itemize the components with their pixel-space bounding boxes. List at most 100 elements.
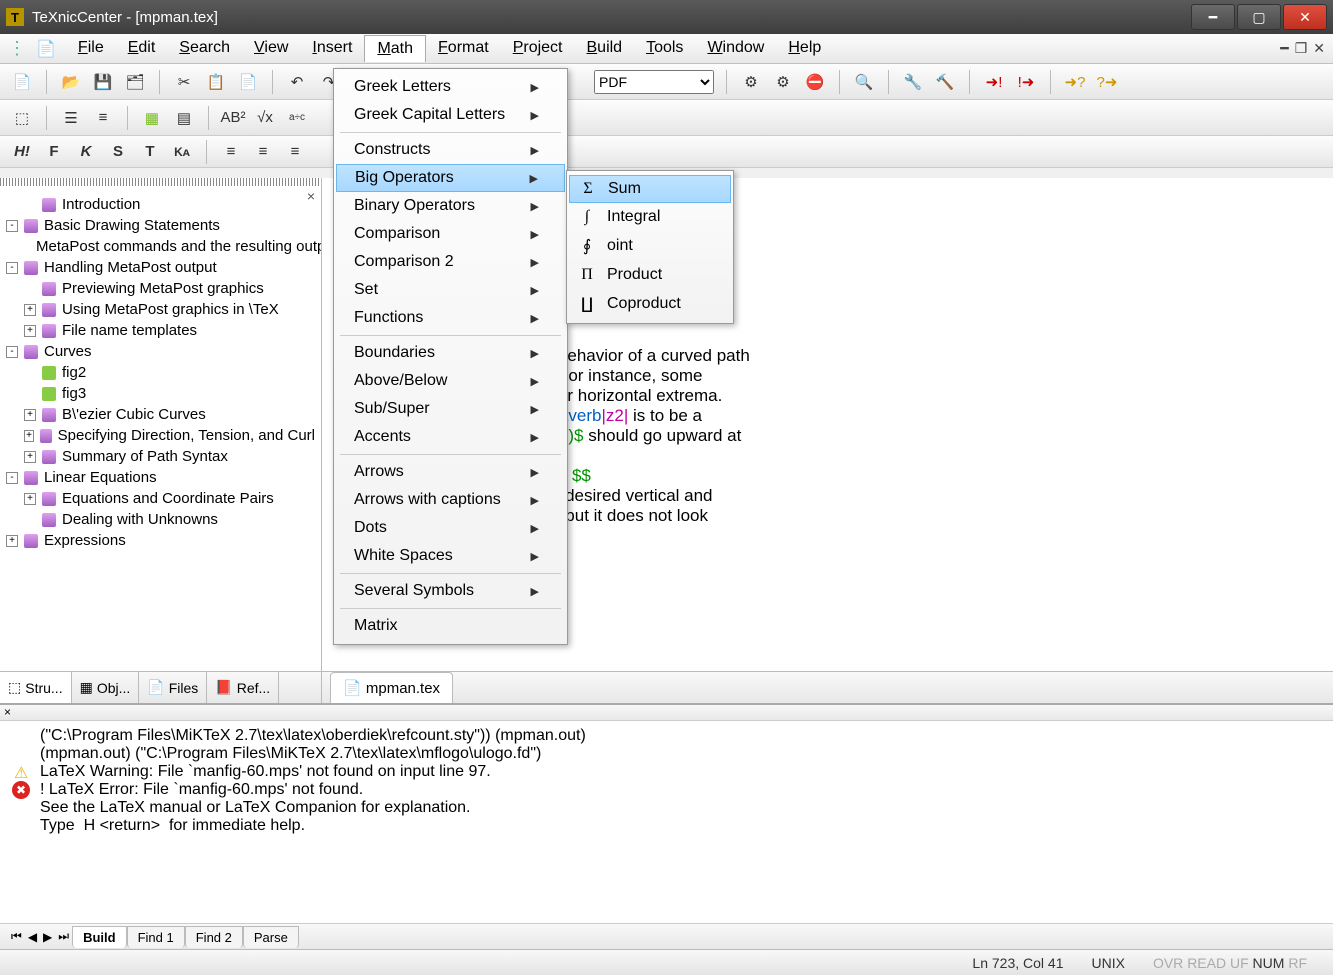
maximize-button[interactable]: ▢ <box>1237 4 1281 30</box>
tree-node[interactable]: fig2 <box>6 362 315 383</box>
undo-icon[interactable]: ↶ <box>285 70 309 94</box>
expand-icon[interactable]: + <box>24 451 36 463</box>
expand-icon[interactable]: - <box>6 220 18 232</box>
nav-next-err-icon[interactable]: !➜ <box>1014 70 1038 94</box>
math-menu-set[interactable]: Set▶ <box>334 276 567 304</box>
output-first-icon[interactable]: ⏮ <box>8 929 25 944</box>
new-icon[interactable]: 📄 <box>10 70 34 94</box>
build-icon[interactable]: ⚙ <box>739 70 763 94</box>
expand-icon[interactable]: + <box>24 325 36 337</box>
tree-node[interactable]: +File name templates <box>6 320 315 341</box>
math-menu-above-below[interactable]: Above/Below▶ <box>334 367 567 395</box>
math-menu-accents[interactable]: Accents▶ <box>334 423 567 451</box>
save-all-icon[interactable]: 🗂 <box>123 70 147 94</box>
menu-view[interactable]: View <box>242 35 300 62</box>
tree-node[interactable]: +Expressions <box>6 530 315 551</box>
math-menu-big-operators[interactable]: Big Operators▶ <box>336 164 565 192</box>
nav-prev-err-icon[interactable]: ➜! <box>982 70 1006 94</box>
menu-search[interactable]: Search <box>167 35 242 62</box>
bigop-sum[interactable]: ΣSum <box>569 175 731 203</box>
paste-icon[interactable]: 📄 <box>236 70 260 94</box>
sidebar-tab-ref[interactable]: 📕Ref... <box>207 672 279 703</box>
align-left-icon[interactable]: ≡ <box>219 140 243 164</box>
bold-icon[interactable]: F <box>42 140 66 164</box>
output-next-icon[interactable]: ▶ <box>40 930 55 944</box>
menu-help[interactable]: Help <box>776 35 833 62</box>
textfont-icon[interactable]: AB² <box>221 106 245 130</box>
menu-window[interactable]: Window <box>695 35 776 62</box>
expand-icon[interactable]: + <box>24 493 36 505</box>
menu-format[interactable]: Format <box>426 35 501 62</box>
tree-node[interactable]: +Using MetaPost graphics in \TeX <box>6 299 315 320</box>
expand-icon[interactable]: + <box>6 535 18 547</box>
tree-node[interactable]: +Equations and Coordinate Pairs <box>6 488 315 509</box>
document-tab[interactable]: 📄 mpman.tex <box>330 672 453 704</box>
list-bullet-icon[interactable]: ☰ <box>59 106 83 130</box>
output-last-icon[interactable]: ⏭ <box>55 929 72 944</box>
tree-node[interactable]: +B\'ezier Cubic Curves <box>6 404 315 425</box>
math-menu-binary-operators[interactable]: Binary Operators▶ <box>334 192 567 220</box>
menu-insert[interactable]: Insert <box>300 35 364 62</box>
align-center-icon[interactable]: ≡ <box>251 140 275 164</box>
big-operators-submenu[interactable]: ΣSum∫Integral∮ointΠProduct∐Coproduct <box>566 170 734 324</box>
align-right-icon[interactable]: ≡ <box>283 140 307 164</box>
frac-icon[interactable]: a÷c <box>285 106 309 130</box>
build-view-icon[interactable]: ⚙ <box>771 70 795 94</box>
open-icon[interactable]: 📂 <box>59 70 83 94</box>
expand-icon[interactable]: - <box>6 262 18 274</box>
nav-prev-warn-icon[interactable]: ➜? <box>1063 70 1087 94</box>
bigop-oint[interactable]: ∮oint <box>567 231 733 261</box>
bigop-integral[interactable]: ∫Integral <box>567 203 733 231</box>
italic-icon[interactable]: K <box>74 140 98 164</box>
math-menu-several-symbols[interactable]: Several Symbols▶ <box>334 577 567 605</box>
output-tab-parse[interactable]: Parse <box>243 926 299 948</box>
sidebar-tab-obj[interactable]: ▦Obj... <box>72 672 140 703</box>
sidebar-tab-files[interactable]: 📄Files <box>139 672 207 703</box>
math-menu[interactable]: Greek Letters▶Greek Capital Letters▶Cons… <box>333 68 568 645</box>
stop-build-icon[interactable]: ⛔ <box>803 70 827 94</box>
math-menu-constructs[interactable]: Constructs▶ <box>334 136 567 164</box>
bigop-coproduct[interactable]: ∐Coproduct <box>567 289 733 319</box>
toggle-icon[interactable]: 🔧 <box>901 70 925 94</box>
output-prev-icon[interactable]: ◀ <box>25 930 40 944</box>
output-tab-find-1[interactable]: Find 1 <box>127 926 185 948</box>
emph-icon[interactable]: H! <box>10 140 34 164</box>
tree-node[interactable]: -Curves <box>6 341 315 362</box>
math-menu-greek-letters[interactable]: Greek Letters▶ <box>334 73 567 101</box>
math-menu-white-spaces[interactable]: White Spaces▶ <box>334 542 567 570</box>
bigop-product[interactable]: ΠProduct <box>567 261 733 289</box>
math-menu-arrows[interactable]: Arrows▶ <box>334 458 567 486</box>
output-tab-find-2[interactable]: Find 2 <box>185 926 243 948</box>
build-output[interactable]: ("C:\Program Files\MiKTeX 2.7\tex\latex\… <box>0 721 1333 923</box>
copy-icon[interactable]: 📋 <box>204 70 228 94</box>
view-output-icon[interactable]: 🔍 <box>852 70 876 94</box>
panel-close-icon[interactable]: × <box>307 188 315 204</box>
slanted-icon[interactable]: S <box>106 140 130 164</box>
math-menu-matrix[interactable]: Matrix <box>334 612 567 640</box>
struct-icon[interactable]: ⬚ <box>10 106 34 130</box>
structure-tree[interactable]: Introduction-Basic Drawing StatementsMet… <box>0 186 321 671</box>
math-menu-comparison-2[interactable]: Comparison 2▶ <box>334 248 567 276</box>
tt-icon[interactable]: T <box>138 140 162 164</box>
math-menu-boundaries[interactable]: Boundaries▶ <box>334 339 567 367</box>
sc-icon[interactable]: Kᴀ <box>170 140 194 164</box>
tree-node[interactable]: Dealing with Unknowns <box>6 509 315 530</box>
tree-node[interactable]: +Specifying Direction, Tension, and Curl <box>6 425 315 446</box>
math-menu-comparison[interactable]: Comparison▶ <box>334 220 567 248</box>
tree-node[interactable]: -Basic Drawing Statements <box>6 215 315 236</box>
tree-node[interactable]: MetaPost commands and the resulting outp… <box>6 236 315 257</box>
mdi-restore-button[interactable]: ❐ <box>1295 40 1308 57</box>
menu-edit[interactable]: Edit <box>116 35 168 62</box>
menu-project[interactable]: Project <box>501 35 575 62</box>
tree-node[interactable]: Introduction <box>6 194 315 215</box>
expand-icon[interactable]: + <box>24 409 36 421</box>
expand-icon[interactable]: - <box>6 472 18 484</box>
save-icon[interactable]: 💾 <box>91 70 115 94</box>
toggle2-icon[interactable]: 🔨 <box>933 70 957 94</box>
table-icon[interactable]: ▦ <box>140 106 164 130</box>
math-menu-sub-super[interactable]: Sub/Super▶ <box>334 395 567 423</box>
math-menu-arrows-with-captions[interactable]: Arrows with captions▶ <box>334 486 567 514</box>
math-menu-functions[interactable]: Functions▶ <box>334 304 567 332</box>
output-close-icon[interactable]: × <box>4 705 11 719</box>
expand-icon[interactable]: + <box>24 430 34 442</box>
